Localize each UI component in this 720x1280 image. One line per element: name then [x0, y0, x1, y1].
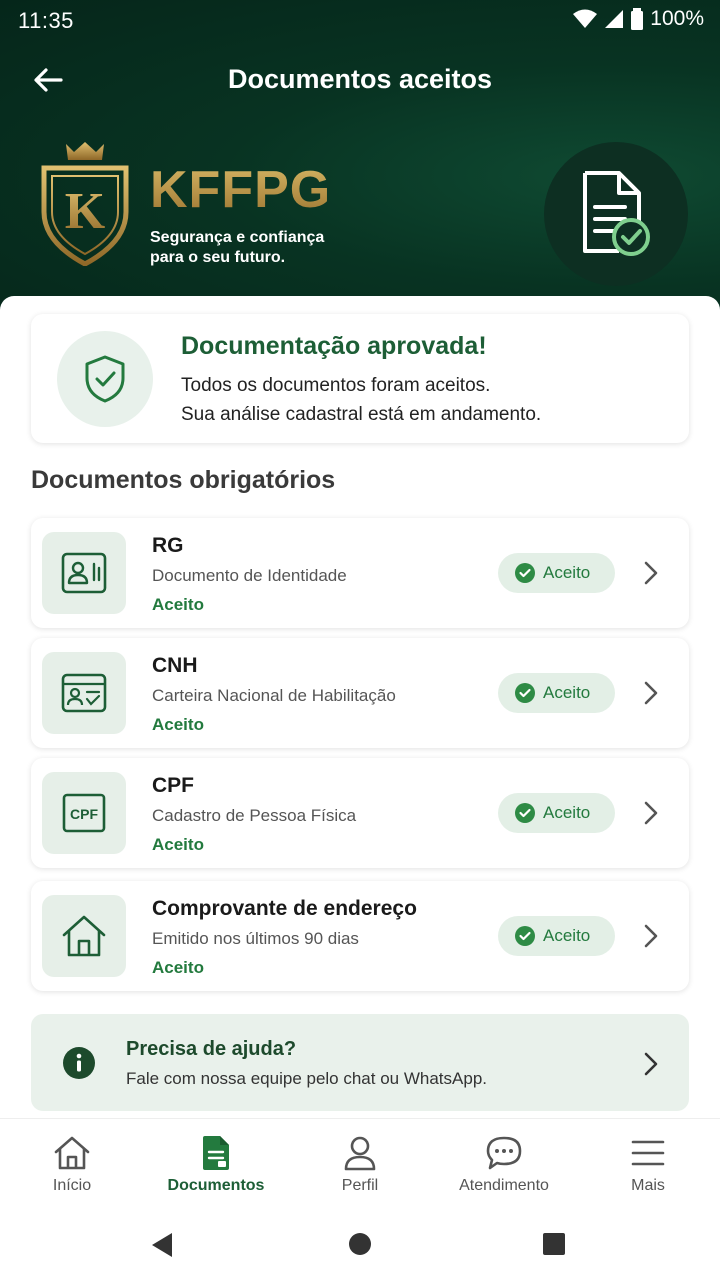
back-triangle-icon[interactable] [150, 1232, 174, 1258]
section-title: Documentos obrigatórios [31, 466, 336, 494]
document-icon-box [42, 895, 126, 977]
approval-line2: Sua análise cadastral está em andamento. [181, 404, 542, 425]
status-badge: Aceito [498, 673, 615, 713]
signal-icon [605, 10, 624, 28]
document-name: RG [152, 534, 184, 557]
svg-text:CPF: CPF [70, 806, 98, 822]
check-circle-icon [515, 683, 535, 703]
document-description: Cadastro de Pessoa Física [152, 806, 357, 825]
approval-card: Documentação aprovada! Todos os document… [31, 314, 689, 443]
id-card-icon [61, 552, 107, 594]
document-status: Aceito [152, 835, 204, 854]
document-status: Aceito [152, 715, 204, 734]
nav-item-documentos[interactable]: Documentos [144, 1119, 288, 1210]
info-icon [63, 1047, 95, 1079]
document-card-address-proof[interactable]: Comprovante de endereço Emitido nos últi… [31, 881, 689, 991]
chevron-right-icon [644, 1052, 658, 1076]
approval-icon-circle [57, 331, 153, 427]
driver-license-icon [61, 673, 107, 713]
battery-icon [631, 8, 644, 30]
svg-text:K: K [65, 183, 106, 240]
approval-line1: Todos os documentos foram aceitos. [181, 375, 491, 396]
chat-icon [486, 1136, 522, 1170]
status-time: 11:35 [18, 8, 74, 33]
home-icon [54, 1136, 90, 1170]
document-status: Aceito [152, 958, 204, 977]
status-badge-label: Aceito [543, 926, 591, 945]
nav-label: Mais [631, 1177, 665, 1194]
document-icon-box [42, 532, 126, 614]
home-circle-icon[interactable] [348, 1232, 372, 1256]
document-card-cpf[interactable]: CPF CPF Cadastro de Pessoa Física Aceito… [31, 758, 689, 868]
brand-tagline-line2: para o seu futuro. [150, 249, 286, 266]
shield-check-icon [85, 355, 125, 403]
page-title: Documentos aceitos [227, 64, 493, 94]
chevron-right-icon [644, 801, 658, 825]
brand-tagline: Segurança e confiança para o seu futuro. [150, 228, 324, 268]
document-card-rg[interactable]: RG Documento de Identidade Aceito Aceito [31, 518, 689, 628]
document-check-icon [583, 171, 650, 256]
cpf-icon: CPF [62, 793, 106, 833]
brand-tagline-line1: Segurança e confiança [150, 229, 325, 246]
status-badge: Aceito [498, 916, 615, 956]
help-text: Fale com nossa equipe pelo chat ou Whats… [126, 1069, 487, 1088]
document-name: Comprovante de endereço [152, 897, 417, 920]
check-circle-icon [515, 803, 535, 823]
chevron-right-icon [644, 561, 658, 585]
document-description: Documento de Identidade [152, 566, 347, 585]
document-description: Carteira Nacional de Habilitação [152, 686, 396, 705]
house-icon [62, 915, 106, 957]
document-icon-box: CPF [42, 772, 126, 854]
check-circle-icon [515, 926, 535, 946]
nav-item-atendimento[interactable]: Atendimento [432, 1119, 576, 1210]
content-sheet: Documentação aprovada! Todos os document… [0, 296, 720, 1118]
status-bar: 11:35 100% [0, 0, 720, 40]
status-badge-label: Aceito [543, 683, 591, 702]
approval-message: Todos os documentos foram aceitos. Sua a… [181, 371, 541, 429]
nav-item-inicio[interactable]: Início [0, 1119, 144, 1210]
document-card-cnh[interactable]: CNH Carteira Nacional de Habilitação Ace… [31, 638, 689, 748]
brand-logo: K KFFPG Segurança e confiança para o seu… [40, 142, 400, 272]
nav-label: Início [52, 1177, 92, 1194]
menu-icon [631, 1140, 665, 1166]
nav-label: Perfil [341, 1177, 379, 1194]
status-badge: Aceito [498, 553, 615, 593]
chevron-right-icon [644, 924, 658, 948]
help-title: Precisa de ajuda? [126, 1038, 297, 1060]
nav-label: Documentos [167, 1177, 265, 1194]
header: 11:35 100% Documentos aceitos K KFFPG Se… [0, 0, 720, 320]
document-status: Aceito [152, 595, 204, 614]
battery-percent: 100% [650, 7, 704, 30]
system-navigation-bar [0, 1210, 720, 1280]
document-description: Emitido nos últimos 90 dias [152, 929, 359, 948]
status-badge-label: Aceito [543, 803, 591, 822]
approval-title: Documentação aprovada! [181, 332, 487, 360]
user-icon [344, 1136, 376, 1171]
nav-item-mais[interactable]: Mais [576, 1119, 720, 1210]
status-icons: 100% [572, 7, 704, 31]
nav-item-perfil[interactable]: Perfil [288, 1119, 432, 1210]
brand-name: KFFPG [150, 161, 332, 219]
document-name: CPF [152, 774, 194, 797]
document-icon [203, 1136, 229, 1170]
document-name: CNH [152, 654, 198, 677]
status-badge-label: Aceito [543, 563, 591, 582]
wifi-icon [573, 9, 598, 28]
document-icon-box [42, 652, 126, 734]
recents-square-icon[interactable] [542, 1232, 566, 1256]
hero-document-badge [544, 142, 688, 286]
check-circle-icon [515, 563, 535, 583]
nav-label: Atendimento [459, 1177, 549, 1194]
chevron-right-icon [644, 681, 658, 705]
help-card[interactable]: Precisa de ajuda? Fale com nossa equipe … [31, 1014, 689, 1111]
bottom-navigation: Início Documentos Perfil Atendimento Mai… [0, 1118, 720, 1210]
status-badge: Aceito [498, 793, 615, 833]
shield-logo-icon: K [41, 142, 129, 266]
app-bar: Documentos aceitos [0, 52, 720, 108]
